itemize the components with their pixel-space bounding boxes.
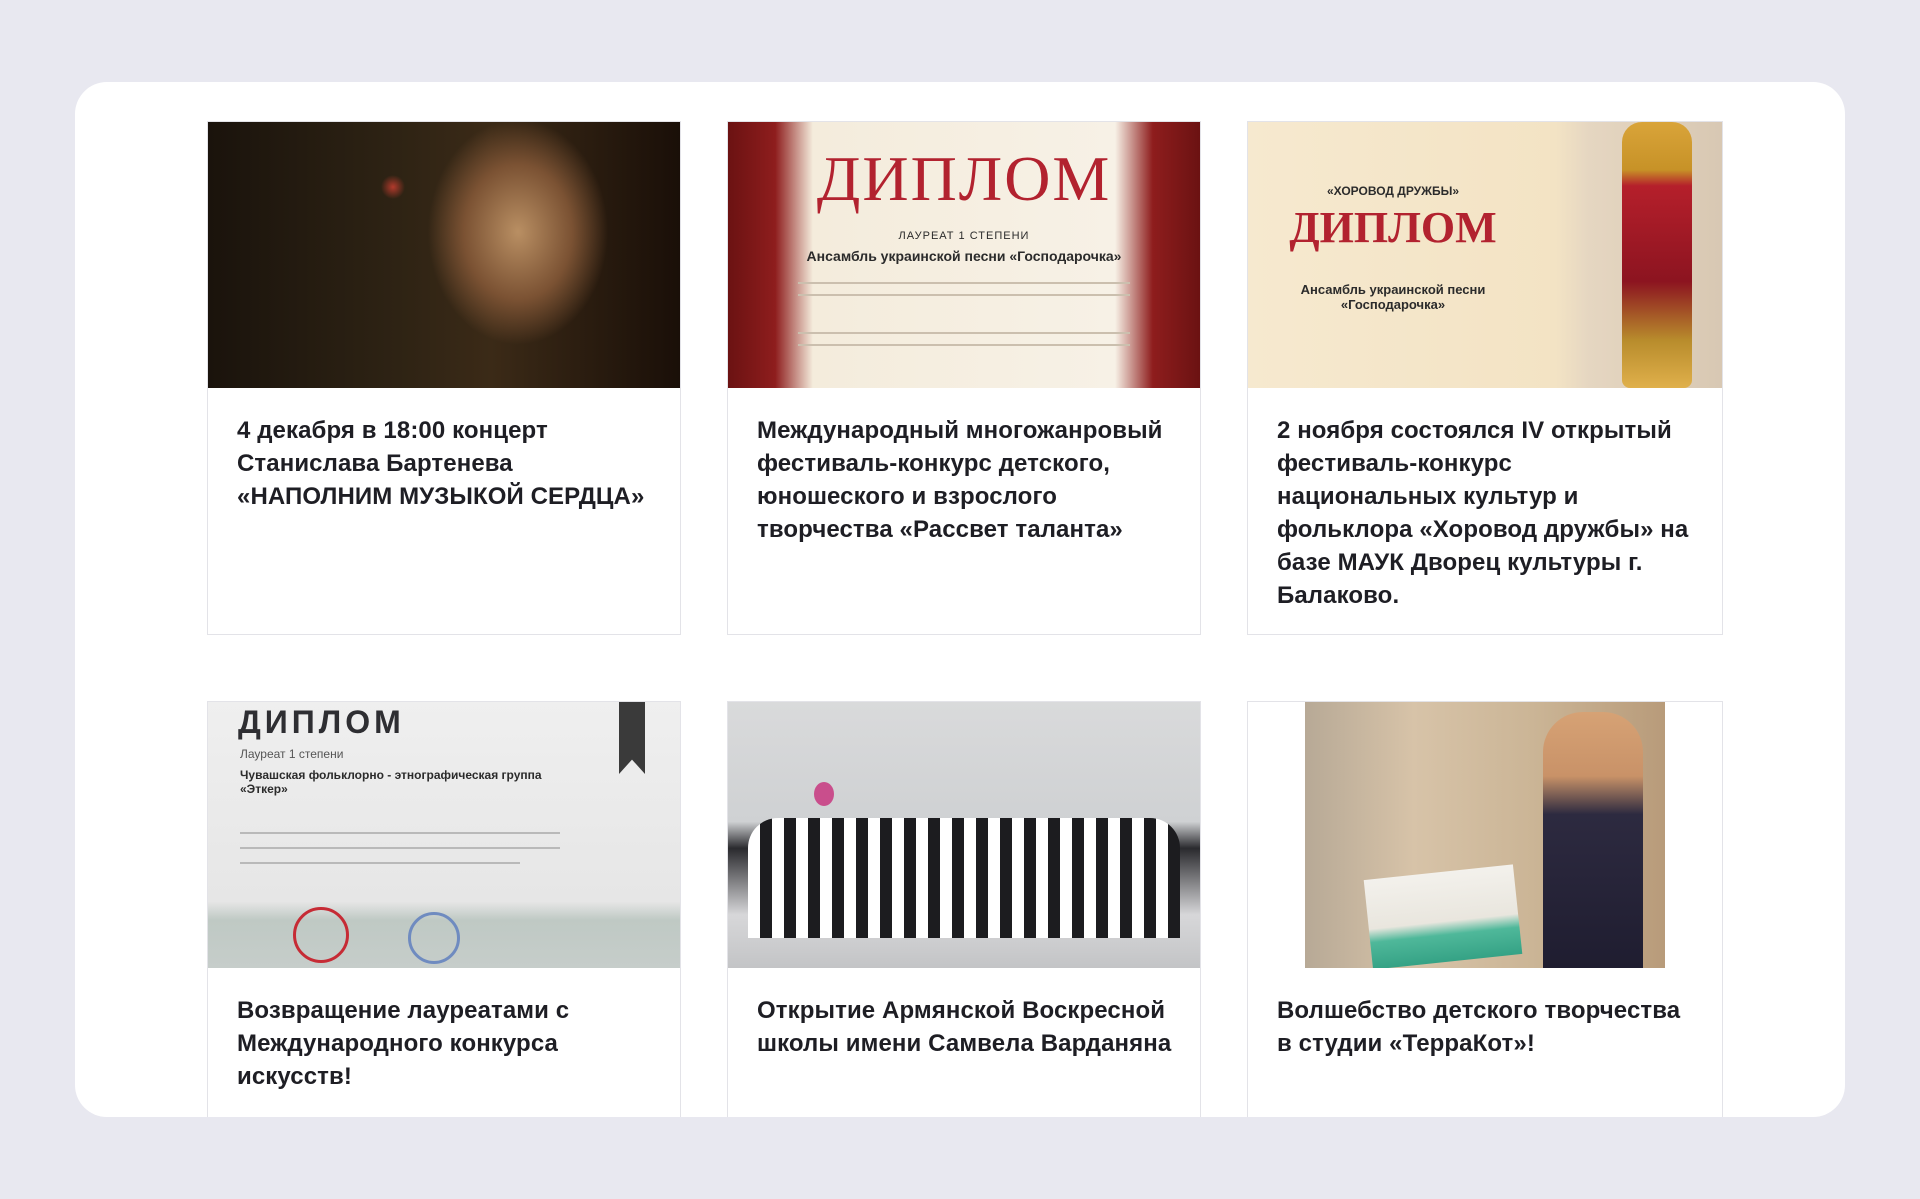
news-card-title[interactable]: Открытие Армянской Воскресной школы имен…: [728, 968, 1200, 1060]
news-card[interactable]: Волшебство детского творчества в студии …: [1247, 701, 1723, 1117]
painting-image: [1363, 864, 1523, 968]
stamp-image: [293, 907, 349, 963]
image-subheading: «ХОРОВОД ДРУЖБЫ»: [1326, 184, 1460, 198]
news-card-image[interactable]: «ХОРОВОД ДРУЖБЫ» ДИПЛОМ Ансамбль украинс…: [1248, 122, 1722, 388]
image-text-lines: [240, 832, 560, 834]
image-subheading: Лауреат 1 степени: [240, 747, 344, 761]
image-heading: ДИПЛОМ: [816, 143, 1112, 214]
news-card-image[interactable]: [1248, 702, 1722, 968]
news-card-image[interactable]: [728, 702, 1200, 968]
news-card-title[interactable]: 4 декабря в 18:00 концерт Станислава Бар…: [208, 388, 680, 513]
image-text-lines: [798, 282, 1130, 284]
stamp-image: [408, 912, 460, 964]
news-card-image[interactable]: [208, 122, 680, 388]
image-subheading: ЛАУРЕАТ 1 СТЕПЕНИ: [898, 230, 1030, 242]
child-photo: [1543, 712, 1643, 968]
news-card-image[interactable]: ДИПЛОМ ЛАУРЕАТ 1 СТЕПЕНИ Ансамбль украин…: [728, 122, 1200, 388]
news-card-title[interactable]: Международный многожанровый фестиваль-ко…: [728, 388, 1200, 546]
group-photo-people: [748, 818, 1180, 938]
news-card[interactable]: «ХОРОВОД ДРУЖБЫ» ДИПЛОМ Ансамбль украинс…: [1247, 121, 1723, 635]
image-heading: ДИПЛОМ: [1289, 203, 1497, 252]
image-text-lines: [798, 332, 1130, 334]
image-text-lines: [798, 294, 1130, 296]
bookmark-ribbon: [619, 702, 645, 774]
news-card-title[interactable]: 2 ноября состоялся IV открытый фестиваль…: [1248, 388, 1722, 612]
news-card[interactable]: Открытие Армянской Воскресной школы имен…: [727, 701, 1201, 1117]
image-text-lines: [240, 847, 560, 849]
image-heading: ДИПЛОМ: [238, 704, 405, 740]
image-line: Ансамбль украинской песни «Господарочка»: [1300, 282, 1486, 312]
trophy-image: [1622, 122, 1692, 388]
news-card[interactable]: ДИПЛОМ Лауреат 1 степени Чувашская фольк…: [207, 701, 681, 1117]
news-card-title[interactable]: Возвращение лауреатами с Международного …: [208, 968, 680, 1093]
image-line: Ансамбль украинской песни «Господарочка»: [806, 248, 1122, 264]
image-line: Чувашская фольклорно - этнографическая г…: [240, 768, 542, 796]
news-card-title[interactable]: Волшебство детского творчества в студии …: [1248, 968, 1722, 1060]
news-card[interactable]: ДИПЛОМ ЛАУРЕАТ 1 СТЕПЕНИ Ансамбль украин…: [727, 121, 1201, 635]
news-panel: 4 декабря в 18:00 концерт Станислава Бар…: [75, 82, 1845, 1117]
news-card-image[interactable]: ДИПЛОМ Лауреат 1 степени Чувашская фольк…: [208, 702, 680, 968]
balloon-image: [814, 782, 834, 806]
image-text-lines: [798, 344, 1130, 346]
news-card[interactable]: 4 декабря в 18:00 концерт Станислава Бар…: [207, 121, 681, 635]
image-text-lines: [240, 862, 520, 864]
